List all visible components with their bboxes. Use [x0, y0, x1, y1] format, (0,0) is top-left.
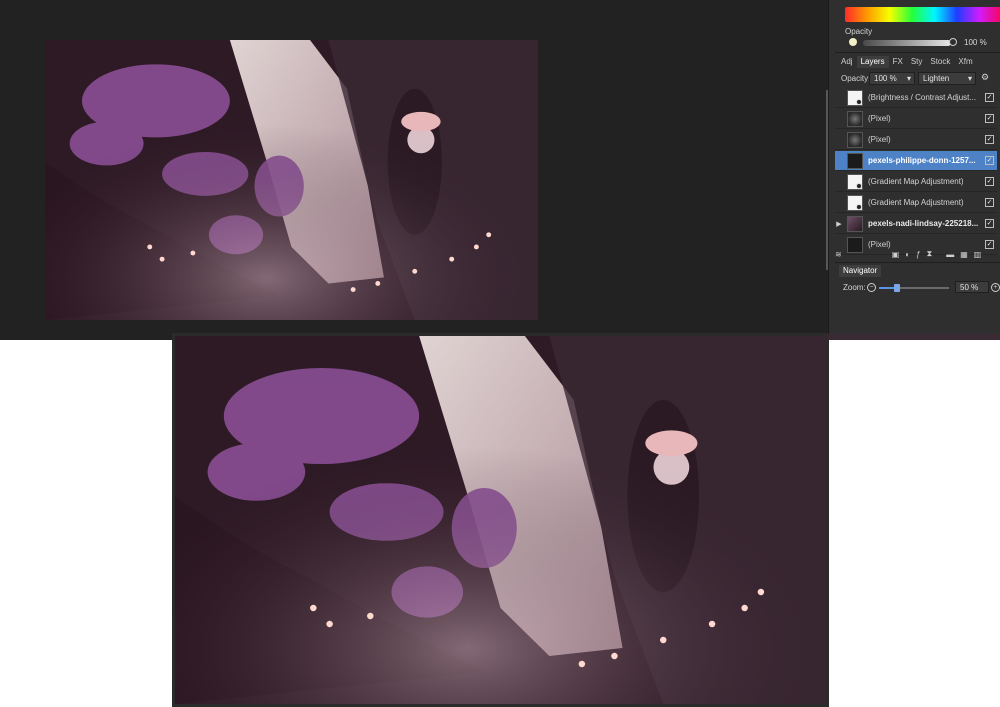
adjustment-icon[interactable]: ◐: [905, 250, 910, 259]
canvas-artwork: [45, 40, 538, 320]
canvas-preview-strip: [828, 334, 1000, 340]
trash-icon[interactable]: ▥: [974, 250, 982, 259]
layer-row[interactable]: (Gradient Map Adjustment) ✓: [835, 172, 997, 192]
zoom-label: Zoom:: [843, 283, 866, 292]
mask-icon[interactable]: ▣: [892, 250, 900, 259]
layers-list: (Brightness / Contrast Adjust... ✓ (Pixel)…: [835, 88, 997, 256]
layer-row[interactable]: (Pixel) ✓: [835, 130, 997, 150]
canvas-artwork-large: [175, 336, 826, 704]
gear-icon[interactable]: ⚙: [981, 72, 989, 83]
tab-fx[interactable]: FX: [889, 56, 907, 68]
adjustment-badge-icon: [856, 182, 862, 189]
layer-thumbnail: [847, 152, 863, 169]
layers-stack-icon[interactable]: ≋: [835, 250, 842, 259]
tab-adjustments[interactable]: Adj: [837, 56, 857, 68]
layer-name: pexels-philippe-donn-1257...: [868, 156, 976, 165]
zoom-value: 50 %: [960, 283, 979, 292]
layer-thumbnail: [847, 89, 863, 106]
tab-styles[interactable]: Sty: [907, 56, 927, 68]
divider: [835, 52, 1000, 53]
layer-row[interactable]: ▶ pexels-nadi-lindsay-225218... ✓: [835, 214, 997, 234]
visibility-checkbox[interactable]: ✓: [985, 219, 994, 228]
tab-stock[interactable]: Stock: [926, 56, 954, 68]
color-spectrum-bar[interactable]: [845, 7, 1000, 22]
zoom-out-icon[interactable]: −: [867, 283, 876, 292]
opacity-slider[interactable]: [863, 40, 951, 46]
layers-toolbar: ≋ ▣ ◐ ƒ ⧗ ▬ ▦ ▥: [835, 248, 1000, 260]
visibility-checkbox[interactable]: ✓: [985, 114, 994, 123]
visibility-checkbox[interactable]: ✓: [985, 156, 994, 165]
navigator-header: Navigator: [835, 265, 1000, 277]
document-canvas-large[interactable]: [172, 333, 829, 707]
opacity-title: Opacity: [845, 27, 873, 36]
chevron-down-icon: ▾: [906, 74, 911, 83]
opacity-slider-handle[interactable]: [949, 38, 957, 46]
panel-tabs: Adj Layers FX Sty Stock Xfm: [837, 56, 977, 68]
divider: [835, 262, 1000, 263]
zoom-slider[interactable]: [879, 284, 949, 292]
opacity-value[interactable]: 100 %: [964, 38, 987, 47]
blend-mode-select[interactable]: Lighten ▾: [918, 72, 976, 85]
layer-thumbnail: [847, 110, 863, 127]
layer-row[interactable]: pexels-philippe-donn-1257... ✓: [835, 151, 997, 171]
layer-row[interactable]: (Gradient Map Adjustment) ✓: [835, 193, 997, 213]
color-swatch[interactable]: [849, 38, 857, 46]
fx-icon[interactable]: ƒ: [916, 250, 920, 259]
group-icon[interactable]: ▦: [960, 250, 968, 259]
layer-opacity-field[interactable]: 100 % ▾: [869, 72, 915, 85]
layer-name: (Gradient Map Adjustment): [868, 198, 964, 207]
zoom-field[interactable]: 50 %: [955, 281, 989, 293]
tab-navigator[interactable]: Navigator: [839, 265, 882, 277]
layer-name: (Pixel): [868, 114, 891, 123]
layer-thumbnail: [847, 173, 863, 190]
layer-name: (Pixel): [868, 135, 891, 144]
layer-thumbnail: [847, 131, 863, 148]
layer-row[interactable]: (Pixel) ✓: [835, 109, 997, 129]
adjustment-badge-icon: [856, 98, 862, 105]
zoom-in-icon[interactable]: +: [991, 283, 1000, 292]
layer-opacity-value: 100 %: [874, 74, 897, 83]
document-canvas-preview[interactable]: [45, 40, 538, 320]
layer-name: (Gradient Map Adjustment): [868, 177, 964, 186]
layer-name: pexels-nadi-lindsay-225218...: [868, 219, 979, 228]
blend-mode-value: Lighten: [923, 74, 950, 83]
expand-arrow-icon[interactable]: ▶: [835, 220, 843, 228]
studio-panel: Opacity 100 % Adj Layers FX Sty Stock Xf…: [828, 0, 1000, 340]
visibility-checkbox[interactable]: ✓: [985, 177, 994, 186]
tab-layers[interactable]: Layers: [856, 56, 889, 68]
layer-row[interactable]: (Brightness / Contrast Adjust... ✓: [835, 88, 997, 108]
tab-transform[interactable]: Xfm: [954, 56, 976, 68]
folder-icon[interactable]: ▬: [946, 250, 954, 259]
adjustment-badge-icon: [856, 203, 862, 210]
live-filter-icon[interactable]: ⧗: [927, 249, 933, 259]
layer-thumbnail: [847, 215, 863, 232]
layer-opacity-label: Opacity:: [841, 74, 871, 83]
visibility-checkbox[interactable]: ✓: [985, 93, 994, 102]
top-workspace: [0, 0, 829, 340]
layer-thumbnail: [847, 194, 863, 211]
zoom-slider-handle[interactable]: [893, 284, 900, 292]
visibility-checkbox[interactable]: ✓: [985, 198, 994, 207]
chevron-down-icon: ▾: [967, 74, 972, 83]
layer-name: (Brightness / Contrast Adjust...: [868, 93, 977, 102]
visibility-checkbox[interactable]: ✓: [985, 135, 994, 144]
